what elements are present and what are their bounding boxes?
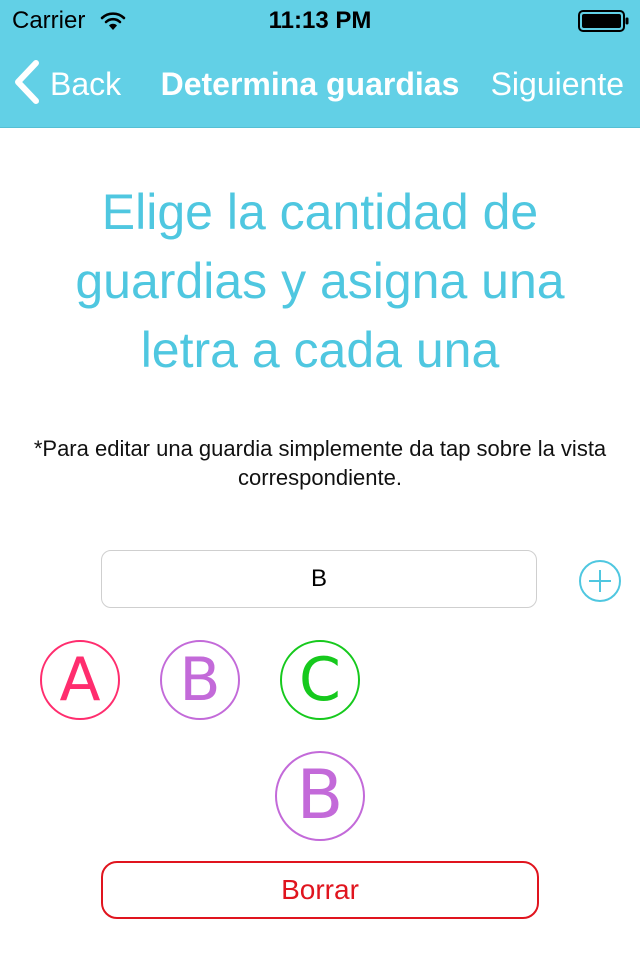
nav-bar: Back Determina guardias Siguiente [0, 40, 640, 128]
navigation-bar: Carrier 11:13 PM Back Determina guardias… [0, 0, 640, 128]
edit-note: *Para editar una guardia simplemente da … [33, 436, 607, 490]
guard-circle-c[interactable]: C [280, 640, 360, 720]
guard-letter: B [179, 645, 221, 715]
back-label: Back [50, 65, 122, 102]
guard-letter-input[interactable] [101, 550, 537, 608]
status-time: 11:13 PM [268, 7, 372, 34]
guard-preview-letter: B [296, 756, 344, 835]
guard-letter: C [299, 645, 341, 715]
page-title: Determina guardias [160, 66, 460, 102]
guard-circle-a[interactable]: A [40, 640, 120, 720]
add-button[interactable] [578, 559, 622, 603]
guard-circle-b[interactable]: B [160, 640, 240, 720]
chevron-left-icon [14, 59, 40, 109]
back-button[interactable]: Back [14, 59, 122, 109]
battery-icon [578, 10, 630, 39]
delete-button[interactable]: Borrar [101, 861, 539, 919]
instruction-heading: Elige la cantidad de guardias y asigna u… [75, 184, 565, 378]
guard-letter: A [59, 645, 101, 715]
status-bar: Carrier 11:13 PM [0, 0, 640, 40]
guard-preview-circle[interactable]: B [275, 751, 365, 841]
next-button[interactable]: Siguiente [491, 66, 624, 103]
plus-circle-icon [579, 560, 621, 602]
